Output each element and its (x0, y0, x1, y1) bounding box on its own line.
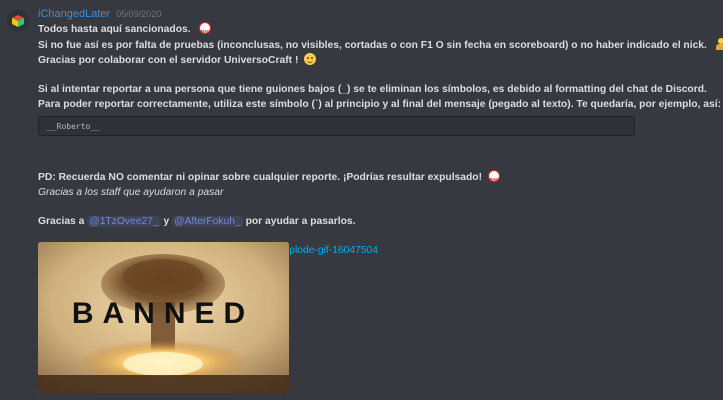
line-text: Si al intentar reportar a una persona qu… (38, 84, 707, 95)
user-mention[interactable]: @1TzOvee27_ (87, 215, 161, 227)
user-avatar[interactable] (7, 10, 29, 32)
line-text: Para poder reportar correctamente, utili… (38, 98, 722, 110)
message-line: Si no fue así es por falta de pruebas (i… (38, 37, 723, 54)
line-text: Gracias por colaborar con el servidor Un… (38, 55, 299, 66)
explosion-image: BANNED (38, 242, 289, 393)
warning-text: PD: Recuerda NO comentar ni opinar sobre… (38, 172, 483, 183)
message-line: PD: Recuerda NO comentar ni opinar sobre… (38, 170, 715, 188)
username[interactable]: iChangedLater (38, 8, 110, 20)
ban-icon (487, 170, 500, 188)
message-line: Para poder reportar correctamente, utili… (38, 98, 721, 113)
sweat-smile-icon (304, 53, 317, 65)
person-shrug-icon (715, 37, 723, 50)
message-line: Gracias a los staff que ayudaron a pasar (38, 186, 715, 201)
thanks-prefix: Gracias a (38, 215, 85, 227)
staff-thanks-text: Gracias a los staff que ayudaron a pasar (38, 186, 224, 198)
message-line: Gracias por colaborar con el servidor Un… (38, 53, 715, 69)
message-line: Todos hasta aquí sancionados. (38, 22, 715, 40)
message-line: Gracias a @1TzOvee27_ y @AfterFokuh_ por… (38, 215, 715, 230)
message-header: iChangedLater 05/09/2020 (38, 8, 715, 22)
cube-icon (12, 15, 24, 27)
chat-message: iChangedLater 05/09/2020 Todos hasta aqu… (38, 8, 723, 258)
timestamp: 05/09/2020 (116, 9, 162, 19)
ban-icon (199, 22, 212, 40)
code-block: __Roberto__ (38, 116, 635, 136)
gif-embed[interactable]: BANNED (38, 242, 289, 393)
gif-caption: BANNED (72, 297, 254, 330)
thanks-suffix: por ayudar a pasarlos. (245, 215, 356, 227)
message-line: Si al intentar reportar a una persona qu… (38, 83, 715, 98)
user-mention[interactable]: @AfterFokuh_ (172, 215, 243, 227)
line-text: Todos hasta aquí sancionados. (38, 24, 191, 35)
line-text: Si no fue así es por falta de pruebas (i… (38, 39, 707, 51)
and-text: y (163, 215, 170, 227)
